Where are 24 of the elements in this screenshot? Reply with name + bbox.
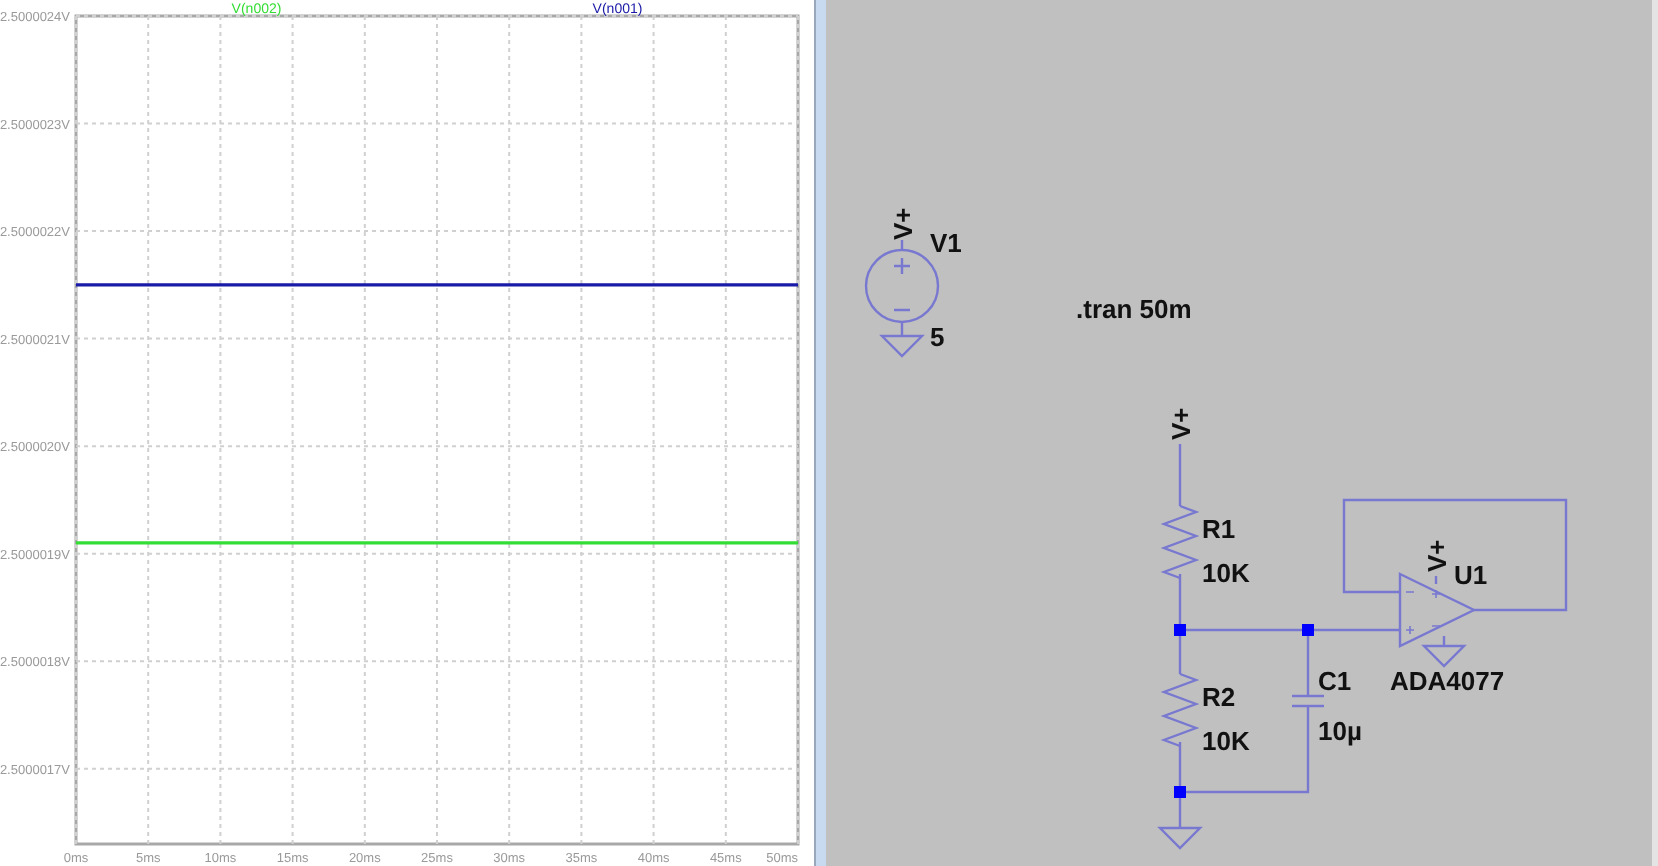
spice-directive: .tran 50m	[1076, 294, 1192, 324]
net-label: V+	[1166, 407, 1196, 440]
wire	[900, 322, 904, 336]
component-value: 10K	[1202, 558, 1250, 588]
component-label: U1	[1454, 560, 1488, 590]
voltage-source-symbol	[864, 248, 940, 324]
component-value: 10µ	[1318, 716, 1362, 746]
net-label: V+	[888, 207, 918, 240]
component-label: V1	[930, 228, 962, 258]
component-label: R2	[1202, 682, 1236, 712]
wire	[900, 240, 904, 250]
net-label: V+	[1422, 539, 1452, 572]
wire	[1178, 444, 1182, 506]
component-value: ADA4077	[1390, 666, 1505, 696]
capacitor-symbol	[1290, 694, 1326, 708]
resistor-symbol	[1160, 504, 1200, 580]
component-label: R1	[1202, 514, 1236, 544]
ground-symbol	[879, 334, 925, 358]
component-value: 5	[930, 322, 945, 352]
ground-symbol	[1157, 826, 1203, 850]
component-value: 10K	[1202, 726, 1250, 756]
resistor-symbol	[1160, 672, 1200, 748]
ground-symbol	[1422, 634, 1467, 668]
component-label: C1	[1318, 666, 1352, 696]
